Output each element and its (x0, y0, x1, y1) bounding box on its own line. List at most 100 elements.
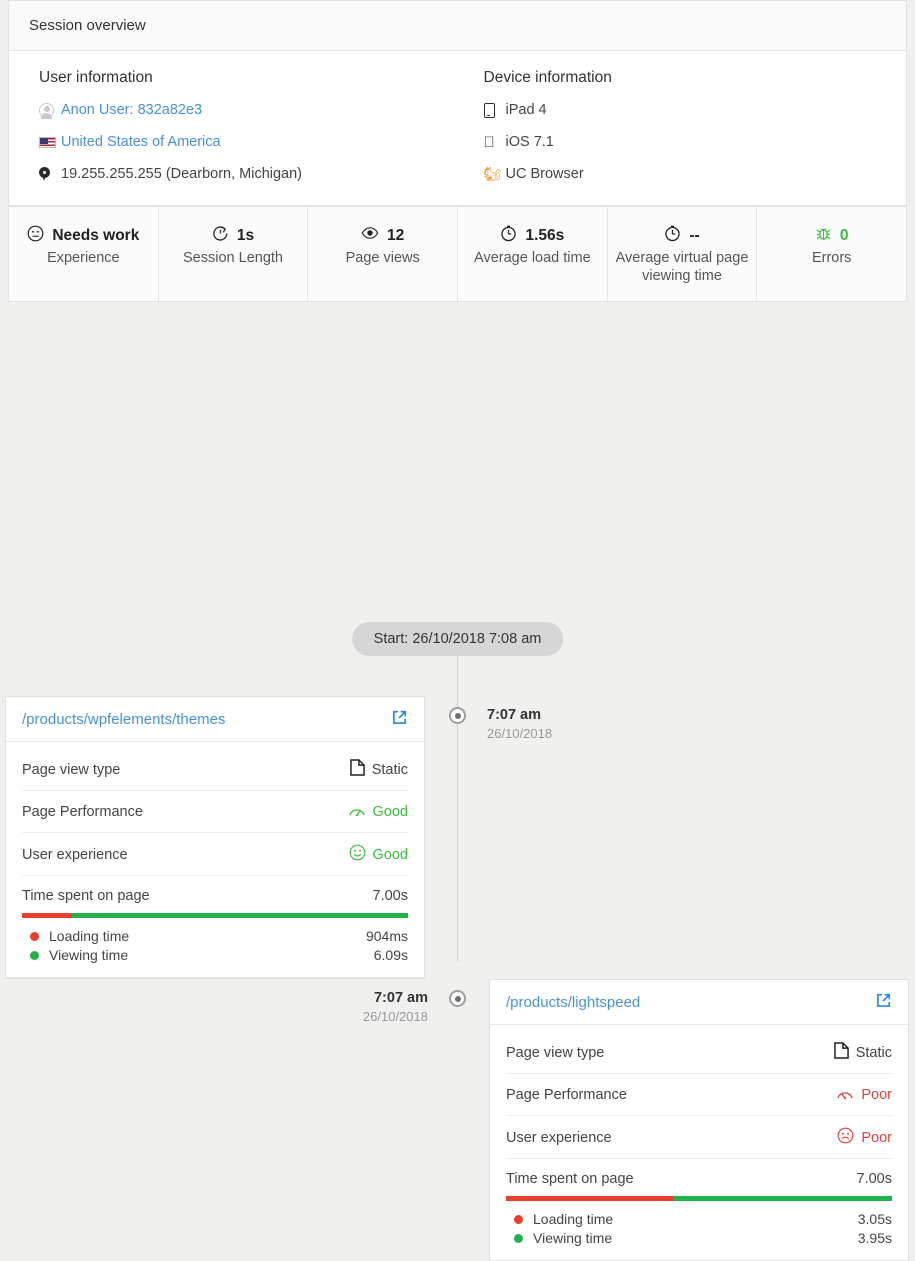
loading-time-bar-segment (22, 913, 72, 918)
loading-time-label: Loading time (533, 1211, 614, 1227)
detail-value: Poor (861, 1129, 892, 1146)
user-information-title: User information (39, 69, 153, 86)
device-info-row-browser: 🐿 UC Browser (484, 165, 887, 183)
viewing-time-bar-segment (674, 1196, 892, 1201)
stopwatch-icon (212, 225, 229, 247)
metric-page-views-label: Page views (345, 250, 420, 266)
viewing-time-label: Viewing time (533, 1230, 613, 1246)
clock-icon (664, 225, 681, 247)
neutral-face-icon (27, 225, 44, 247)
loading-time-value: 3.05s (857, 1211, 892, 1227)
eye-icon (361, 224, 379, 247)
viewing-time-dot-icon (30, 951, 39, 960)
detail-value: Poor (861, 1087, 892, 1103)
legend-row-loading-time: Loading time 904ms (22, 927, 408, 946)
time-spent-value: 7.00s (856, 1171, 892, 1187)
detail-key: Page view type (506, 1044, 605, 1061)
device-information-title: Device information (483, 69, 612, 86)
detail-row-page-view-type: Page view type Static (506, 1031, 892, 1074)
time-spent-label: Time spent on page (506, 1171, 634, 1187)
timeline-date: 26/10/2018 (362, 1009, 428, 1024)
viewing-time-value: 3.95s (857, 1230, 892, 1246)
flag-usa-icon (39, 136, 61, 148)
timeline-timestamp: 7:07 am 26/10/2018 (487, 706, 552, 743)
timeline-time: 7:07 am (373, 990, 428, 1006)
ip-location-text: 19.255.255.255 (Dearborn, Michigan) (61, 166, 303, 182)
loading-time-bar-segment (506, 1196, 675, 1201)
apple-icon:  (484, 135, 506, 150)
viewing-time-value: 6.09s (373, 947, 408, 963)
bug-icon (815, 225, 832, 247)
frowny-icon (837, 1127, 854, 1148)
user-info-row-ip: 19.255.255.255 (Dearborn, Michigan) (39, 165, 458, 183)
timeline-dot (449, 990, 466, 1007)
detail-value: Static (855, 1044, 892, 1061)
metric-page-views-value: 12 (387, 226, 405, 244)
user-info-row-country[interactable]: United States of America (39, 133, 458, 151)
gauge-icon (348, 802, 366, 822)
time-spent-label: Time spent on page (22, 888, 150, 904)
metric-average-load-time-value: 1.56s (525, 226, 565, 244)
panel-title: Session overview (9, 1, 906, 51)
timeline-timestamp: 7:07 am 26/10/2018 (248, 989, 428, 1026)
page-view-card-header: /products/wpfelements/themes (6, 697, 424, 742)
page-view-card-body: Page view type Static Page Performance P… (490, 1025, 908, 1260)
detail-key: User experience (506, 1129, 612, 1146)
page-url-link[interactable]: /products/wpfelements/themes (22, 711, 225, 728)
user-information-column: User information Anon User: 832a82e3 Uni… (29, 69, 458, 185)
device-information-column: Device information iPad 4  iOS 7.1 🐿 UC… (458, 69, 887, 185)
smiley-icon (349, 844, 366, 865)
external-link-icon[interactable] (391, 709, 408, 729)
metric-experience: Needs work Experience (9, 207, 159, 301)
metric-average-virtual-page-viewing-time: -- Average virtual page viewing time (608, 207, 758, 301)
metric-average-load-time: 1.56s Average load time (458, 207, 608, 301)
clock-icon (500, 225, 517, 247)
detail-key: Page view type (22, 761, 121, 778)
legend-row-viewing-time: Viewing time 3.95s (506, 1229, 892, 1248)
device-name-text: iPad 4 (505, 102, 547, 118)
detail-row-page-performance: Page Performance Good (22, 791, 408, 833)
metric-average-load-time-label: Average load time (474, 250, 591, 266)
uc-browser-icon: 🐿 (483, 166, 502, 182)
metric-experience-label: Experience (47, 250, 120, 266)
map-pin-icon (39, 167, 61, 182)
avatar-icon (39, 102, 61, 119)
time-split-bar (506, 1196, 892, 1201)
detail-row-page-view-type: Page view type Static (22, 748, 408, 791)
metric-page-views: 12 Page views (308, 207, 459, 301)
time-legend: Loading time 904ms Viewing time 6.09s (22, 927, 408, 965)
time-legend: Loading time 3.05s Viewing time 3.95s (506, 1210, 892, 1248)
loading-time-value: 904ms (365, 928, 408, 944)
detail-key: Page Performance (22, 804, 143, 820)
metric-average-virtual-page-viewing-time-label: Average virtual page viewing time (615, 250, 749, 284)
session-overview-panel: Session overview User information Anon U… (8, 0, 907, 207)
metric-errors-label: Errors (811, 250, 852, 266)
detail-value: Static (371, 761, 408, 778)
legend-row-loading-time: Loading time 3.05s (506, 1210, 892, 1229)
page-view-card-header: /products/lightspeed (490, 980, 908, 1025)
information-body: User information Anon User: 832a82e3 Uni… (9, 51, 906, 206)
detail-key: User experience (22, 846, 128, 863)
metric-session-length-value: 1s (236, 226, 255, 244)
page-view-card: /products/wpfelements/themes Page view t… (5, 696, 425, 978)
viewing-time-label: Viewing time (49, 947, 129, 963)
page-view-card: /products/lightspeed Page view type Stat… (489, 979, 909, 1261)
metrics-strip: Needs work Experience 1s Session Length … (8, 207, 907, 302)
tablet-icon (483, 102, 506, 118)
time-spent-value: 7.00s (372, 888, 408, 904)
time-split-bar (22, 913, 408, 918)
external-link-icon[interactable] (875, 992, 892, 1012)
os-name-text: iOS 7.1 (505, 134, 554, 150)
metric-session-length: 1s Session Length (159, 207, 309, 301)
viewing-time-dot-icon (514, 1234, 523, 1243)
user-info-row-anon-user[interactable]: Anon User: 832a82e3 (39, 101, 458, 119)
anon-user-link[interactable]: Anon User: 832a82e3 (61, 101, 202, 119)
time-spent-block: Time spent on page 7.00s Loading time 90… (22, 876, 408, 965)
loading-time-dot-icon (30, 932, 39, 941)
metric-errors-value: 0 (839, 226, 849, 244)
device-info-row-os:  iOS 7.1 (484, 133, 887, 151)
page-url-link[interactable]: /products/lightspeed (506, 994, 640, 1011)
metric-experience-value: Needs work (52, 226, 140, 244)
detail-key: Page Performance (506, 1087, 627, 1103)
country-link[interactable]: United States of America (61, 133, 221, 151)
